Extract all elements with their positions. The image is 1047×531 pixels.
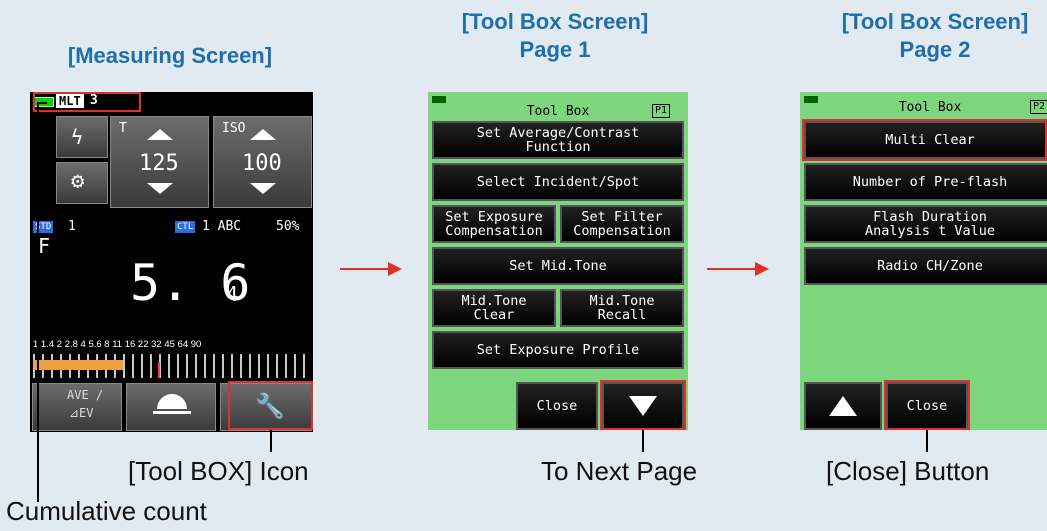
toolbox-page1-heading-line1: [Tool Box Screen] [461, 9, 649, 34]
t-down-icon[interactable] [147, 183, 173, 194]
toolbox-title: Tool Box [898, 100, 962, 115]
iso-control[interactable]: ISO 100 [213, 116, 312, 208]
up-arrow-icon [829, 396, 857, 416]
f-label: F [38, 234, 51, 258]
close-leader [926, 430, 928, 452]
arrow-1-head [388, 262, 402, 276]
arrow-2-head [755, 262, 769, 276]
set-exposure-compensation-button[interactable]: Set Exposure Compensation [432, 205, 556, 243]
set-mid-tone-button[interactable]: Set Mid.Tone [432, 247, 684, 285]
t-value: 125 [139, 151, 179, 176]
mode-badge: MLT [56, 94, 84, 108]
flash-duration-button[interactable]: Flash Duration Analysis t Value [804, 205, 1047, 243]
toolbox-page1-heading-line2: Page 1 [519, 37, 591, 62]
next-page-caption: To Next Page [541, 456, 698, 486]
percent-value: 50% [276, 219, 300, 234]
battery-icon [432, 96, 446, 103]
aperture-scale-highlight [33, 360, 123, 370]
aperture-pointer [158, 362, 160, 378]
set-filter-compensation-button[interactable]: Set Filter Compensation [560, 205, 684, 243]
flash-icon: ϟ [71, 125, 84, 149]
dome-base [153, 411, 191, 414]
close-button[interactable]: Close [886, 382, 968, 430]
cumulative-leader-v [37, 102, 39, 502]
mid-tone-clear-button[interactable]: Mid.Tone Clear [432, 289, 556, 327]
toolbox-page1-screen: Tool Box P1 Set Average/Contrast Functio… [428, 92, 688, 430]
number-of-pre-flash-button[interactable]: Number of Pre-flash [804, 163, 1047, 201]
close-button[interactable]: Close [516, 382, 598, 430]
toolbox-page2-heading: [Tool Box Screen] Page 2 [800, 8, 1047, 64]
aperture-scale-labels: 1 1.4 2 2.8 4 5.6 8 11 16 22 32 45 64 90 [33, 339, 202, 350]
f-number-tenths: 4 [226, 282, 239, 306]
toolbox-icon-caption: [Tool BOX] Icon [128, 456, 309, 486]
down-arrow-icon [629, 396, 657, 416]
mid-tone-recall-button[interactable]: Mid.Tone Recall [560, 289, 684, 327]
toolbox-title: Tool Box [526, 104, 590, 119]
set-average-contrast-button[interactable]: Set Average/Contrast Function [432, 121, 684, 159]
measuring-screen-heading: [Measuring Screen] [67, 43, 273, 68]
dome-icon [157, 394, 187, 409]
page-badge: P1 [652, 104, 671, 118]
cumulative-count-caption: Cumulative count [6, 496, 207, 526]
measuring-screen: MLT 3 ϟ ⚙ T 125 ISO 100 STD 1 CTL 1 ABC … [30, 92, 313, 432]
shutter-speed-control[interactable]: T 125 [110, 116, 209, 208]
wrench-icon: 🔧 [255, 392, 285, 420]
set-exposure-profile-button[interactable]: Set Exposure Profile [432, 331, 684, 369]
toolbox-leader [270, 430, 272, 452]
toolbox-page2-screen: Tool Box P2 Multi Clear Number of Pre-fl… [800, 92, 1047, 430]
ave-ev-button[interactable]: AVE / ⊿EV [32, 383, 122, 431]
toolbox-page1-heading: [Tool Box Screen] Page 1 [420, 8, 690, 64]
close-button-caption: [Close] Button [826, 456, 990, 486]
incident-receptor-button[interactable] [126, 383, 216, 431]
cumulative-leader-h [37, 102, 47, 104]
previous-page-button[interactable] [804, 382, 882, 430]
next-page-leader [642, 430, 644, 452]
settings-button[interactable]: ⚙ [56, 162, 108, 204]
toolbox-page2-heading-line1: [Tool Box Screen] [841, 9, 1029, 34]
radio-ch-zone-button[interactable]: Radio CH/Zone [804, 247, 1047, 285]
select-incident-spot-button[interactable]: Select Incident/Spot [432, 163, 684, 201]
next-page-button[interactable] [602, 382, 684, 430]
page-badge: P2 [1030, 100, 1047, 114]
toolbox-icon-button[interactable]: 🔧 [220, 383, 312, 431]
flash-mode-button[interactable]: ϟ [56, 116, 108, 158]
arrow-2 [707, 268, 757, 270]
std-value: 1 [68, 219, 76, 234]
t-label: T [119, 121, 127, 136]
iso-up-icon[interactable] [250, 129, 276, 140]
arrow-1 [340, 268, 390, 270]
ave-label: AVE / [67, 388, 104, 402]
iso-value: 100 [242, 151, 282, 176]
toolbox-page2-heading-line2: Page 2 [899, 37, 971, 62]
multi-clear-button[interactable]: Multi Clear [804, 121, 1047, 159]
ctl-value: 1 ABC [202, 219, 242, 234]
ev-label: ⊿EV [69, 406, 94, 420]
gear-icon: ⚙ [71, 169, 85, 194]
t-up-icon[interactable] [147, 129, 173, 140]
cumulative-count: 3 [90, 93, 98, 108]
iso-down-icon[interactable] [250, 183, 276, 194]
ctl-badge: CTL [175, 221, 196, 233]
iso-label: ISO [222, 121, 246, 136]
